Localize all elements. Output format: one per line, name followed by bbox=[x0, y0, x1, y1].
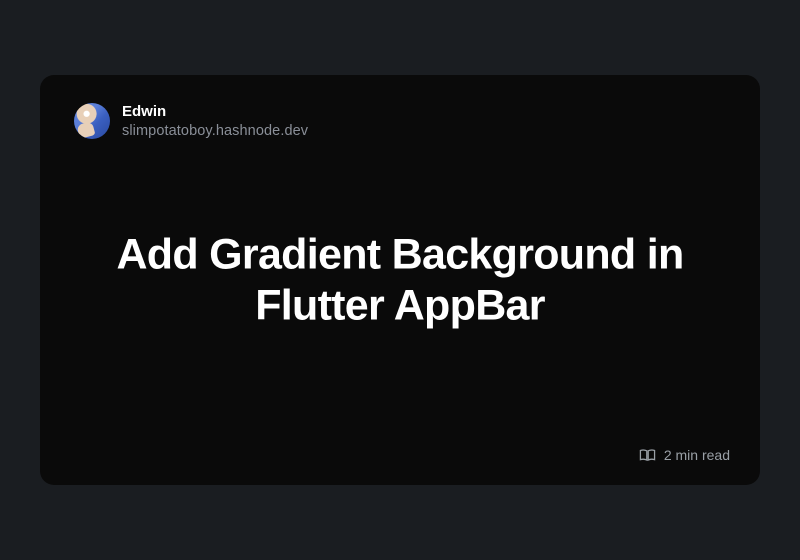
author-name: Edwin bbox=[122, 103, 308, 122]
post-title: Add Gradient Background in Flutter AppBa… bbox=[40, 229, 760, 330]
author-header: Edwin slimpotatoboy.hashnode.dev bbox=[74, 103, 726, 140]
article-preview-card: Edwin slimpotatoboy.hashnode.dev Add Gra… bbox=[40, 75, 760, 485]
read-time-text: 2 min read bbox=[664, 447, 730, 463]
author-avatar bbox=[74, 103, 110, 139]
author-domain: slimpotatoboy.hashnode.dev bbox=[122, 122, 308, 140]
book-open-icon bbox=[639, 448, 656, 462]
author-info: Edwin slimpotatoboy.hashnode.dev bbox=[122, 103, 308, 140]
read-time: 2 min read bbox=[639, 447, 730, 463]
